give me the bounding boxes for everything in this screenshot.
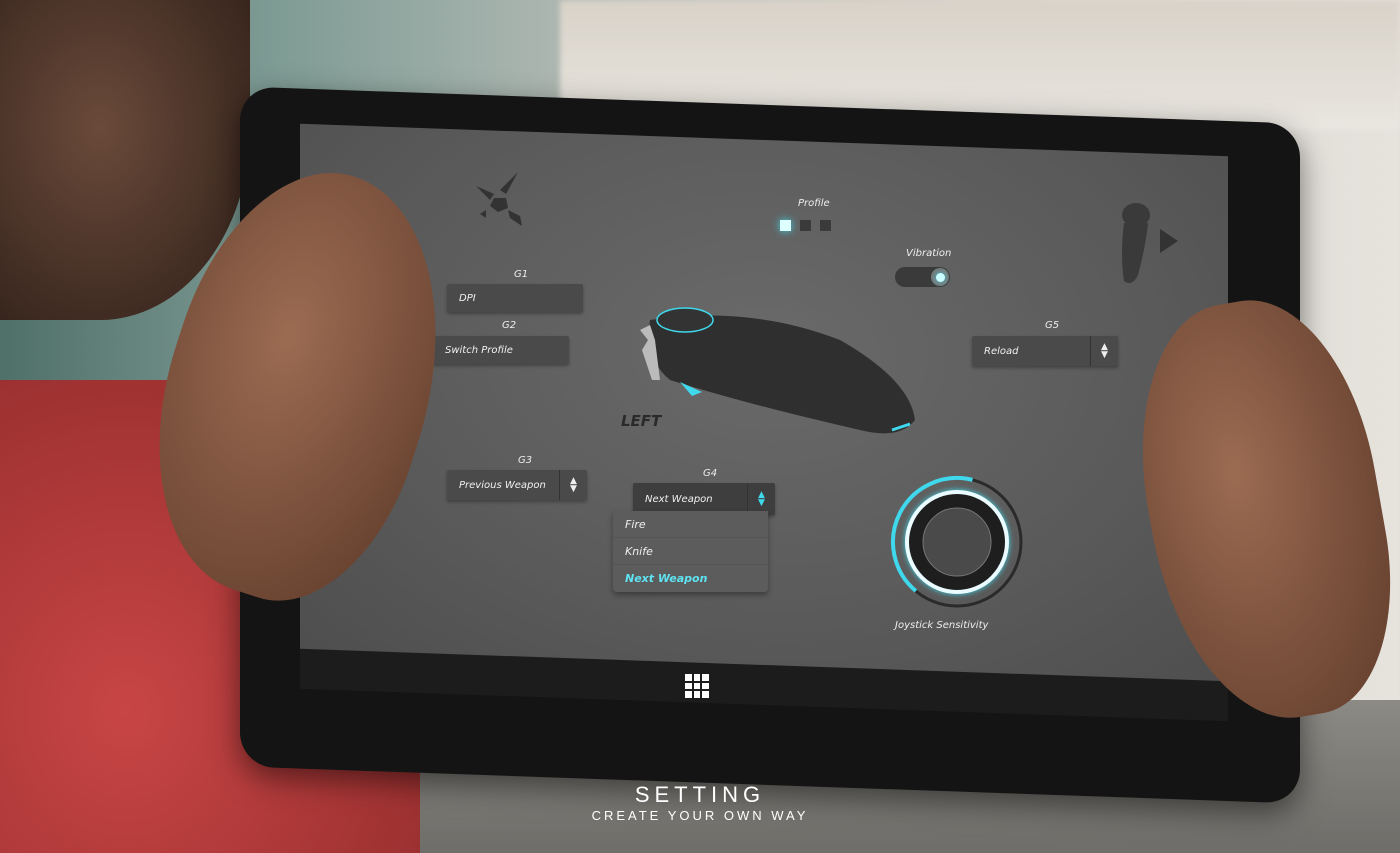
vibration-toggle[interactable] bbox=[895, 267, 950, 287]
controller-device-image bbox=[640, 307, 915, 434]
dropdown-option-selected[interactable]: Next Weapon bbox=[613, 565, 768, 592]
g1-field[interactable]: DPI bbox=[447, 284, 583, 312]
g4-label: G4 bbox=[703, 468, 718, 479]
g2-value: Switch Profile bbox=[445, 344, 513, 356]
g1-value: DPI bbox=[459, 292, 476, 304]
joystick-label: Joystick Sensitivity bbox=[895, 620, 989, 631]
play-icon[interactable] bbox=[1160, 229, 1178, 253]
g3-value: Previous Weapon bbox=[459, 479, 546, 491]
profile-label: Profile bbox=[798, 198, 830, 209]
g2-field[interactable]: Switch Profile bbox=[433, 336, 569, 364]
g1-label: G1 bbox=[514, 269, 529, 280]
profile-3-button[interactable] bbox=[820, 220, 831, 231]
spinner-icon[interactable]: ▲ ▼ bbox=[1090, 336, 1118, 366]
caption-title: SETTING bbox=[634, 782, 766, 807]
joystick-knob[interactable] bbox=[922, 507, 992, 577]
controller-side-icon[interactable] bbox=[1112, 195, 1182, 290]
g5-select[interactable]: Reload ▲ ▼ bbox=[972, 336, 1118, 366]
g3-select[interactable]: Previous Weapon ▲ ▼ bbox=[447, 470, 587, 500]
g4-dropdown-list: Fire Knife Next Weapon bbox=[613, 511, 768, 592]
profile-1-button[interactable] bbox=[780, 220, 791, 231]
g2-label: G2 bbox=[502, 320, 517, 331]
dropdown-option[interactable]: Fire bbox=[613, 511, 768, 538]
g4-value: Next Weapon bbox=[645, 493, 713, 505]
vibration-label: Vibration bbox=[906, 248, 952, 259]
profile-selector bbox=[780, 216, 840, 235]
profile-2-button[interactable] bbox=[800, 220, 811, 231]
spinner-icon[interactable]: ▲ ▼ bbox=[559, 470, 587, 500]
g5-value: Reload bbox=[984, 345, 1019, 357]
toggle-knob bbox=[931, 268, 949, 286]
dropdown-option[interactable]: Knife bbox=[613, 538, 768, 565]
start-grid-icon[interactable] bbox=[685, 674, 709, 698]
side-label: LEFT bbox=[621, 412, 662, 430]
caption-subtitle: CREATE YOUR OWN WAY bbox=[591, 808, 809, 823]
g3-label: G3 bbox=[518, 455, 533, 466]
joystick-sensitivity-dial[interactable] bbox=[875, 472, 1040, 612]
g5-label: G5 bbox=[1045, 320, 1060, 331]
x-logo-icon bbox=[476, 172, 522, 226]
